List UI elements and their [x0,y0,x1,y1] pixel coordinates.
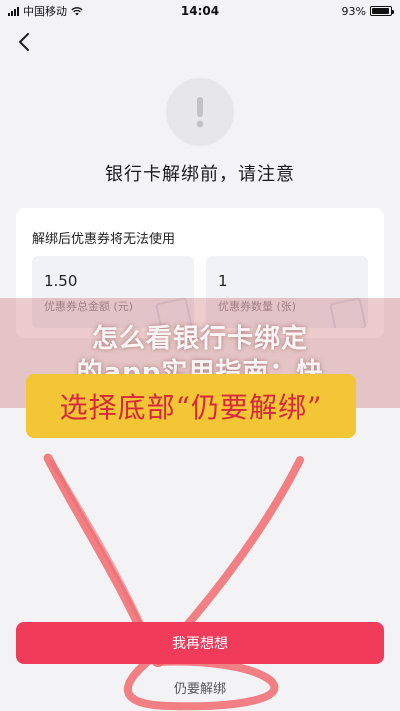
wifi-icon [71,7,83,16]
status-left: 中国移动 [8,3,83,19]
carrier-name: 中国移动 [23,5,67,18]
screen: 中国移动 14:04 93% 银行卡解绑前，请注意 解绑后优惠券将无法使用 1.… [0,0,400,711]
back-button[interactable] [12,30,36,54]
exclamation-icon [196,97,204,128]
overlay-title-line1: 怎么看银行卡绑定 [91,324,308,354]
signal-icon [8,6,19,16]
clock: 14:04 [180,4,220,18]
think-again-button[interactable]: 我再想想 [16,622,384,664]
battery-percent: 93% [341,4,366,18]
card-title: 解绑后优惠券将无法使用 [32,232,176,247]
coupon-amount-value: 1.50 [44,272,78,290]
coupon-count-value: 1 [218,272,228,290]
warning-badge [166,78,234,146]
battery-icon [370,6,394,16]
battery-fill [372,8,389,14]
dialog-title: 银行卡解绑前，请注意 [105,164,295,185]
status-bar: 中国移动 14:04 93% [0,0,400,22]
chevron-left-icon [19,33,29,51]
instruction-callout: 选择底部“仍要解绑” [26,374,356,438]
status-right: 93% [341,4,394,18]
confirm-unbind-button[interactable]: 仍要解绑 [0,678,400,700]
